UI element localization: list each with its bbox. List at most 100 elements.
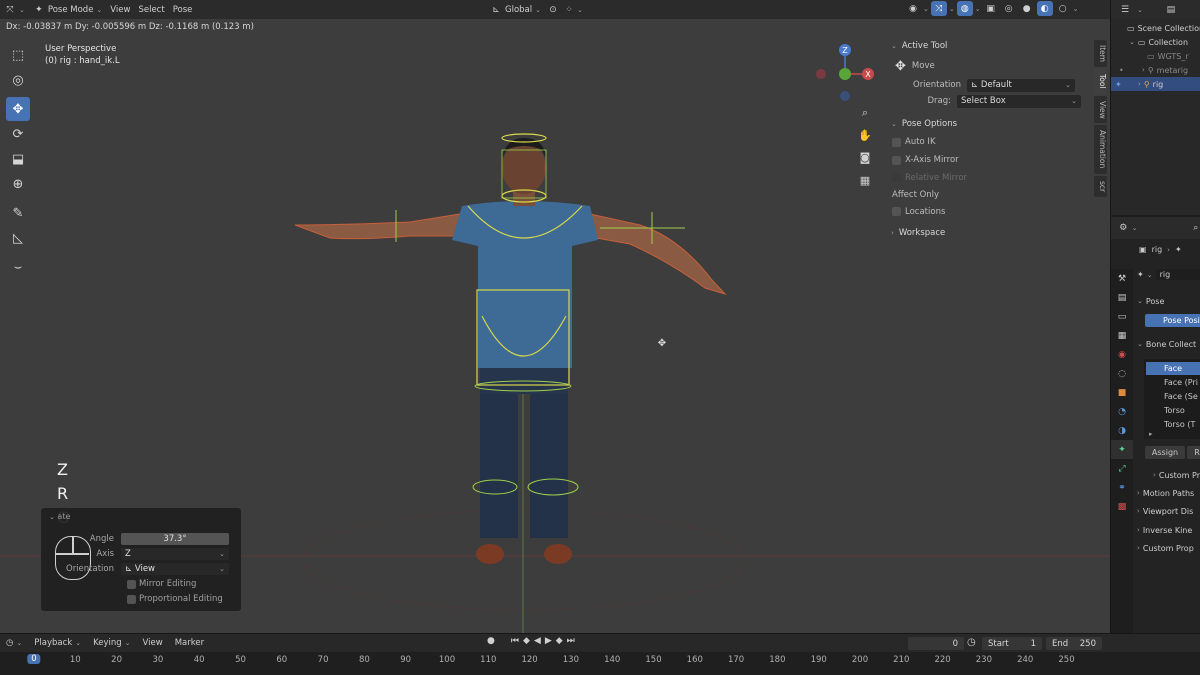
outliner-editor-icon[interactable]: ☰ bbox=[1119, 4, 1131, 16]
pose-section-header[interactable]: ⌄ Pose bbox=[1137, 294, 1164, 308]
operator-title[interactable]: ⌄ ate bbox=[49, 512, 70, 521]
physics-tab-icon[interactable]: ◑ bbox=[1111, 421, 1133, 440]
output-tab-icon[interactable]: ▭ bbox=[1111, 307, 1133, 326]
move-icon[interactable]: ✥ bbox=[6, 97, 30, 121]
bone-collection-item[interactable]: Face (Pri bbox=[1146, 376, 1200, 389]
custom-properties-subsection[interactable]: › Custom Pr bbox=[1153, 468, 1200, 482]
visibility-icon[interactable]: ◉ bbox=[905, 1, 921, 16]
drag-dropdown[interactable]: Select Box ⌄ bbox=[957, 94, 1081, 108]
rotate-icon[interactable]: ⟳ bbox=[6, 122, 30, 146]
bone-roll-icon[interactable]: ⌣ bbox=[6, 255, 30, 279]
pose-position-button[interactable]: Pose Posi bbox=[1145, 314, 1200, 327]
viewport-display-section[interactable]: › Viewport Dis bbox=[1137, 504, 1193, 518]
grid-view-icon[interactable]: ▦ bbox=[856, 171, 874, 189]
mode-dropdown[interactable]: ✦ Pose Mode ⌄ bbox=[29, 1, 106, 18]
end-frame-field[interactable]: End 250 bbox=[1046, 637, 1102, 650]
menu-select[interactable]: Select bbox=[134, 1, 168, 18]
shading-solid-icon[interactable]: ● bbox=[1019, 1, 1035, 16]
orientation-dropdown[interactable]: ⊾ Default ⌄ bbox=[967, 78, 1075, 92]
scene-tab-icon[interactable]: ◉ bbox=[1111, 345, 1133, 364]
proportional-editing-checkbox[interactable] bbox=[127, 594, 136, 604]
gizmo-y-axis[interactable] bbox=[839, 68, 851, 80]
axis-dropdown[interactable]: Z ⌄ bbox=[121, 548, 229, 560]
object-tab-icon[interactable]: ■ bbox=[1111, 383, 1133, 402]
outliner-item-metarig[interactable]: • › ⚲ metarig bbox=[1111, 63, 1200, 77]
menu-view[interactable]: View bbox=[106, 1, 134, 18]
start-frame-field[interactable]: Start 1 bbox=[982, 637, 1042, 650]
menu-marker[interactable]: Marker bbox=[169, 638, 210, 648]
auto-ik-row[interactable]: Auto IK bbox=[885, 133, 1093, 151]
jump-end-icon[interactable]: ⏭ bbox=[567, 636, 575, 646]
motion-paths-section[interactable]: › Motion Paths bbox=[1137, 486, 1194, 500]
xray-icon[interactable]: ▣ bbox=[983, 1, 999, 16]
bone-collections-header[interactable]: ⌄ Bone Collect bbox=[1137, 337, 1196, 351]
search-icon[interactable]: ⌕ bbox=[1191, 222, 1200, 234]
view-layer-tab-icon[interactable]: ▦ bbox=[1111, 326, 1133, 345]
texture-tab-icon[interactable]: ▩ bbox=[1111, 497, 1133, 516]
menu-keying[interactable]: Keying ⌄ bbox=[87, 638, 136, 648]
camera-icon[interactable]: ◙ bbox=[856, 148, 874, 166]
workspace-header[interactable]: › Workspace bbox=[885, 224, 1093, 242]
pivot-point-icon[interactable]: ⊙ bbox=[545, 2, 561, 17]
tab-animation[interactable]: Animation bbox=[1094, 125, 1107, 174]
active-tool-header[interactable]: ⌄ Active Tool bbox=[885, 37, 1093, 55]
transform-orientation-dropdown[interactable]: ⊾ Global ⌄ bbox=[486, 1, 545, 18]
menu-timeline-view[interactable]: View bbox=[137, 638, 169, 648]
pose-options-header[interactable]: ⌄ Pose Options bbox=[885, 115, 1093, 133]
prev-keyframe-icon[interactable]: ◆ bbox=[523, 636, 530, 646]
timeline-editor[interactable]: ◷ ⌄ Playback ⌄ Keying ⌄ View Marker ● ⏮ ◆ ◀… bbox=[0, 633, 1200, 675]
menu-pose[interactable]: Pose bbox=[169, 1, 197, 18]
gizmo-toggle-icon[interactable]: ⤨ bbox=[930, 1, 947, 16]
x-axis-mirror-checkbox[interactable] bbox=[892, 155, 901, 165]
assign-button[interactable]: Assign bbox=[1145, 446, 1185, 459]
scale-icon[interactable]: ⬓ bbox=[6, 147, 30, 171]
tab-item[interactable]: Item bbox=[1094, 40, 1107, 68]
properties-editor-icon[interactable]: ⚙ bbox=[1119, 222, 1128, 234]
outliner-scene-collection[interactable]: ▭ Scene Collection bbox=[1111, 21, 1200, 35]
bone-collection-item[interactable]: Torso (T bbox=[1146, 418, 1200, 431]
timeline-editor-type[interactable]: ◷ ⌄ bbox=[0, 638, 28, 648]
outliner[interactable]: ☰ ⌄ ▤ ▭ Scene Collection ⌄ ▭ Collection ▭ WGT… bbox=[1110, 0, 1200, 215]
shading-wireframe-icon[interactable]: ◎ bbox=[1001, 1, 1017, 16]
outliner-item-rig[interactable]: ✦ › ⚲ rig bbox=[1111, 77, 1200, 91]
overlays-toggle-icon[interactable]: ◍ bbox=[956, 1, 973, 16]
list-resize-icon[interactable]: ▸ bbox=[1149, 430, 1153, 438]
play-reverse-icon[interactable]: ◀ bbox=[534, 636, 541, 646]
menu-playback[interactable]: Playback ⌄ bbox=[28, 638, 87, 648]
outliner-item-wgts[interactable]: ▭ WGTS_r bbox=[1111, 49, 1200, 63]
record-icon[interactable]: ● bbox=[487, 636, 495, 646]
jump-start-icon[interactable]: ⏮ bbox=[511, 636, 519, 646]
orientation-dropdown[interactable]: ⊾ View ⌄ bbox=[121, 563, 229, 575]
mirror-editing-checkbox[interactable] bbox=[127, 579, 136, 589]
modifier-tab-icon[interactable]: ◔ bbox=[1111, 402, 1133, 421]
transform-icon[interactable]: ⊕ bbox=[6, 172, 30, 196]
next-keyframe-icon[interactable]: ◆ bbox=[556, 636, 563, 646]
display-mode-icon[interactable]: ▤ bbox=[1165, 4, 1177, 16]
measure-icon[interactable]: ◺ bbox=[6, 226, 30, 250]
play-icon[interactable]: ▶ bbox=[545, 636, 552, 646]
locations-row[interactable]: Locations bbox=[885, 203, 1093, 220]
current-frame-field[interactable]: 0 bbox=[908, 637, 964, 650]
bone-collection-item[interactable]: Face (Se bbox=[1146, 390, 1200, 403]
snap-icon[interactable]: ⁘ bbox=[561, 2, 577, 17]
select-box-icon[interactable]: ⬚ bbox=[6, 43, 30, 67]
bone-collection-item[interactable]: Face bbox=[1146, 362, 1200, 375]
gizmo-neg-x-axis[interactable] bbox=[816, 69, 826, 79]
frame-ruler[interactable]: 0 10 20 30 40 50 60 70 80 90 100 110 120 130 140 150 160… bbox=[0, 652, 1110, 675]
world-tab-icon[interactable]: ◌ bbox=[1111, 364, 1133, 383]
bone-tab-icon[interactable]: ⤢ bbox=[1111, 459, 1133, 478]
cursor-icon[interactable]: ◎ bbox=[6, 68, 30, 92]
shading-material-icon[interactable]: ◐ bbox=[1036, 1, 1053, 16]
3d-viewport[interactable]: ⤧ ⌄ ✦ Pose Mode ⌄ View Select Pose ⊾ Glob… bbox=[0, 0, 1110, 633]
mirror-editing-row[interactable]: Mirror Editing bbox=[41, 577, 241, 591]
zoom-icon[interactable]: ⌕ bbox=[856, 104, 874, 122]
angle-field[interactable]: 37.3° bbox=[121, 533, 229, 545]
properties-editor[interactable]: ⚙ ⌄ ⌕ ▣ rig › ✦ ✦ ⌄ rig ⚒ ▤ ▭ ▦ ◉ ◌ ■ ◔ ◑ ✦ ⤢… bbox=[1110, 217, 1200, 633]
tool-move[interactable]: ✥ Move bbox=[885, 55, 1093, 77]
proportional-editing-row[interactable]: Proportional Editing bbox=[41, 592, 241, 606]
annotate-icon[interactable]: ✎ bbox=[6, 201, 30, 225]
x-axis-mirror-row[interactable]: X-Axis Mirror bbox=[885, 151, 1093, 169]
preview-range-icon[interactable]: ◷ bbox=[967, 637, 976, 648]
render-tab-icon[interactable]: ▤ bbox=[1111, 288, 1133, 307]
editor-type-menu[interactable]: ⤧ ⌄ bbox=[0, 1, 29, 18]
